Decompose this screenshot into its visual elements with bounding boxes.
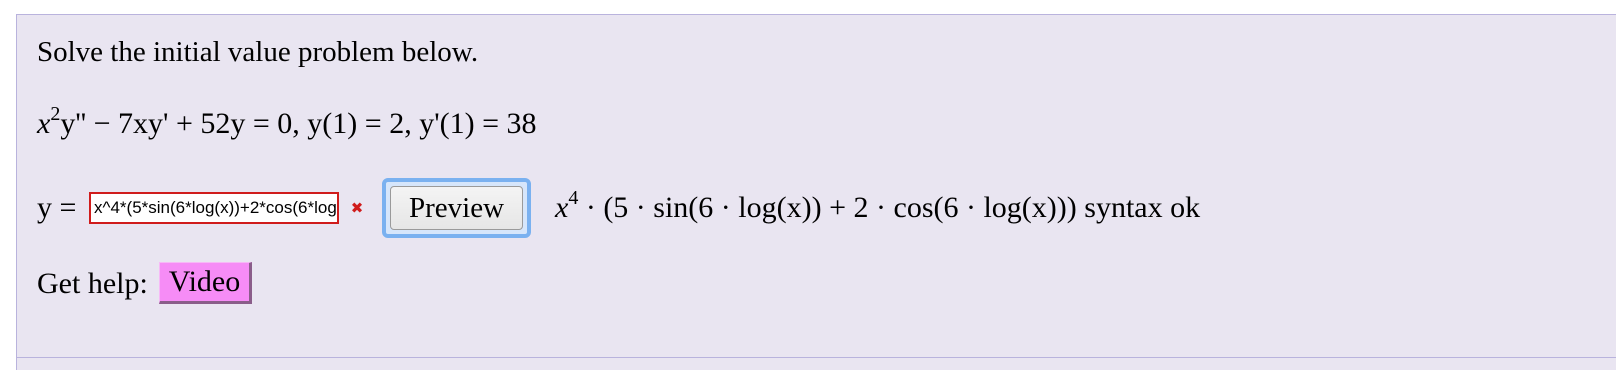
preview-output-exponent: 4 [568, 187, 579, 209]
video-help-button[interactable]: Video [159, 262, 252, 304]
answer-input[interactable]: x^4*(5*sin(6*log(x))+2*cos(6*log(x))) [89, 192, 339, 224]
preview-button-label: Preview [390, 186, 523, 230]
question-prompt: Solve the initial value problem below. [37, 36, 479, 68]
preview-output: x4 · (5 · sin(6 · log(x)) + 2 · cos(6 · … [555, 187, 1201, 231]
equation-body: y'' − 7xy' + 52y = 0, y(1) = 2, y'(1) = … [60, 107, 537, 140]
answer-row: y = x^4*(5*sin(6*log(x))+2*cos(6*log(x))… [37, 178, 1597, 238]
equation-exponent: 2 [50, 103, 61, 125]
next-panel-edge [16, 357, 1616, 370]
preview-output-text: · (5 · sin(6 · log(x)) + 2 · cos(6 · log… [578, 191, 1201, 224]
ivp-equation: x2y'' − 7xy' + 52y = 0, y(1) = 2, y'(1) … [37, 103, 537, 147]
preview-button[interactable]: Preview [382, 178, 531, 238]
equation-variable-x: x [37, 107, 51, 140]
help-label: Get help: [37, 267, 148, 300]
preview-output-base: x [555, 191, 569, 224]
error-x-icon: ✖ [350, 199, 364, 217]
answer-label: y = [37, 191, 77, 224]
